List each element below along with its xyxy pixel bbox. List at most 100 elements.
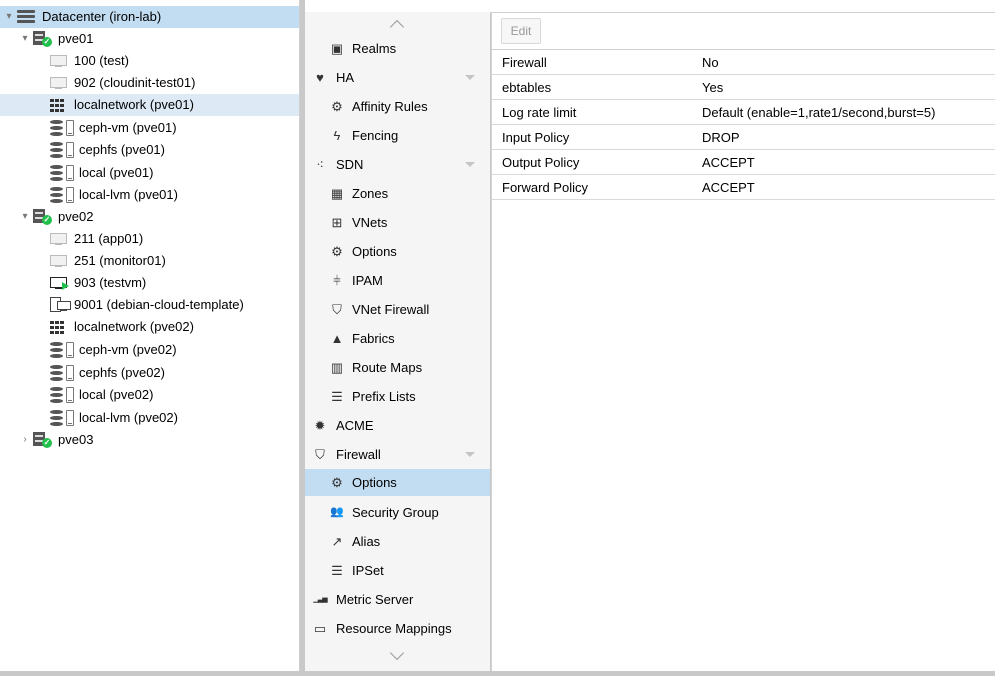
template-icon [50, 297, 72, 313]
scroll-down-arrow-icon[interactable] [305, 648, 490, 666]
options-row[interactable]: Forward Policy ACCEPT [492, 175, 995, 200]
menu-item-label: VNets [352, 215, 388, 230]
tree-item-label: pve01 [58, 31, 94, 46]
menu-item-realms[interactable]: ▣ Realms [305, 34, 490, 63]
edit-button[interactable]: Edit [501, 18, 541, 44]
vm-stopped-icon [50, 233, 67, 246]
option-key: Log rate limit [502, 105, 577, 120]
tree-item-label: Datacenter (iron-lab) [42, 9, 162, 24]
chevron-down-icon[interactable]: ▾ [20, 206, 30, 228]
menu-item-vnets[interactable]: ⊞ VNets [305, 208, 490, 237]
menu-item-ipam[interactable]: ⫩ IPAM [305, 266, 490, 295]
tree-item-label: localnetwork (pve01) [74, 97, 194, 112]
tree-item-label: localnetwork (pve02) [74, 319, 194, 334]
tree-item-node[interactable]: ▾ ✓ pve01 [0, 28, 299, 50]
tree-item-label: 251 (monitor01) [74, 253, 166, 268]
menu-item-label: HA [336, 70, 355, 85]
menu-item-resource-mappings[interactable]: ▭ Resource Mappings [305, 614, 490, 643]
collapse-caret-icon[interactable] [465, 75, 475, 80]
tree-item-storage[interactable]: local (pve01) [0, 162, 299, 184]
tree-item-network[interactable]: localnetwork (pve01) [0, 94, 299, 116]
shield-icon: ⛉ [315, 447, 325, 462]
menu-item-label: SDN [336, 157, 364, 172]
menu-item-label: Options [352, 244, 397, 259]
tree-item-label: 903 (testvm) [74, 275, 147, 290]
vm-stopped-icon [50, 77, 67, 90]
menu-item-label: Prefix Lists [352, 389, 416, 404]
chevron-down-icon[interactable]: ▾ [4, 6, 14, 28]
menu-item-affinity-rules[interactable]: ⚙ Affinity Rules [305, 92, 490, 121]
storage-icon [50, 387, 76, 403]
tree-item-node[interactable]: › ✓ pve03 [0, 429, 299, 451]
tree-item-storage[interactable]: ceph-vm (pve01) [0, 117, 299, 139]
tree-item-vm[interactable]: 100 (test) [0, 50, 299, 72]
menu-item-fabrics[interactable]: ▲ Fabrics [305, 324, 490, 353]
options-row[interactable]: Firewall No [492, 50, 995, 75]
menu-item-acme[interactable]: ✹ ACME [305, 411, 490, 440]
group-icon: 👥 [330, 506, 344, 518]
external-link-icon: ↗ [331, 534, 343, 549]
menu-item-firewall-options[interactable]: ⚙ Options [305, 469, 490, 496]
menu-item-label: Alias [352, 534, 381, 549]
option-value: ACCEPT [702, 155, 755, 170]
tree-item-datacenter[interactable]: ▾ Datacenter (iron-lab) [0, 6, 299, 28]
options-row[interactable]: Output Policy ACCEPT [492, 150, 995, 175]
menu-item-metric-server[interactable]: ▁▃▅ Metric Server [305, 585, 490, 614]
menu-item-label: ACME [336, 418, 374, 433]
bottom-bar [0, 671, 995, 676]
tree-item-vm[interactable]: 902 (cloudinit-test01) [0, 72, 299, 94]
menu-item-route-maps[interactable]: ▥ Route Maps [305, 353, 490, 382]
option-value: No [702, 55, 719, 70]
server-online-icon: ✓ [33, 209, 53, 225]
tree-item-storage[interactable]: local (pve02) [0, 384, 299, 406]
tree-item-label: local (pve02) [79, 387, 154, 402]
storage-icon [50, 365, 76, 381]
tree-item-vm[interactable]: 903 (testvm) [0, 272, 299, 294]
option-value: ACCEPT [702, 180, 755, 195]
tree-item-node[interactable]: ▾ ✓ pve02 [0, 206, 299, 228]
tree-item-label: 9001 (debian-cloud-template) [74, 297, 244, 312]
tree-item-label: ceph-vm (pve01) [79, 120, 177, 135]
option-key: Input Policy [502, 130, 570, 145]
menu-item-sdn[interactable]: ⁖ SDN [305, 150, 490, 179]
map-icon: ▥ [330, 360, 344, 375]
menu-item-fencing[interactable]: ϟ Fencing [305, 121, 490, 150]
menu-item-prefix-lists[interactable]: ☰ Prefix Lists [305, 382, 490, 411]
toolbar: Edit [492, 13, 995, 50]
tree-item-label: 100 (test) [74, 53, 129, 68]
menu-item-security-group[interactable]: 👥 Security Group [305, 498, 490, 527]
tree-item-storage[interactable]: local-lvm (pve02) [0, 407, 299, 429]
tree-item-storage[interactable]: local-lvm (pve01) [0, 184, 299, 206]
menu-item-ha[interactable]: ♥ HA [305, 63, 490, 92]
server-online-icon: ✓ [33, 432, 53, 448]
gear-icon: ⚙ [331, 244, 343, 259]
scroll-up-arrow-icon[interactable] [305, 16, 490, 34]
storage-icon [50, 165, 76, 181]
tree-item-storage[interactable]: cephfs (pve02) [0, 362, 299, 384]
menu-item-zones[interactable]: ▦ Zones [305, 179, 490, 208]
options-row[interactable]: ebtables Yes [492, 75, 995, 100]
options-row[interactable]: Input Policy DROP [492, 125, 995, 150]
menu-item-sdn-options[interactable]: ⚙ Options [305, 237, 490, 266]
chevron-down-icon[interactable]: ▾ [20, 28, 30, 50]
tree-item-template[interactable]: 9001 (debian-cloud-template) [0, 294, 299, 316]
tree-item-network[interactable]: localnetwork (pve02) [0, 316, 299, 338]
menu-item-firewall[interactable]: ⛉ Firewall [305, 440, 490, 469]
menu-item-vnet-firewall[interactable]: ⛉ VNet Firewall [305, 295, 490, 324]
menu-item-label: Fabrics [352, 331, 395, 346]
menu-item-label: Zones [352, 186, 389, 201]
menu-item-ipset[interactable]: ☰ IPSet [305, 556, 490, 585]
chevron-right-icon[interactable]: › [20, 429, 30, 451]
tree-item-storage[interactable]: cephfs (pve01) [0, 139, 299, 161]
collapse-caret-icon[interactable] [465, 162, 475, 167]
tree-item-vm[interactable]: 211 (app01) [0, 228, 299, 250]
list-icon: ☰ [331, 563, 343, 578]
menu-item-label: Options [352, 475, 397, 490]
options-row[interactable]: Log rate limit Default (enable=1,rate1/s… [492, 100, 995, 125]
menu-item-alias[interactable]: ↗ Alias [305, 527, 490, 556]
tree-item-vm[interactable]: 251 (monitor01) [0, 250, 299, 272]
datacenter-icon [17, 10, 35, 24]
tree-item-label: local (pve01) [79, 165, 154, 180]
collapse-caret-icon[interactable] [465, 452, 475, 457]
tree-item-storage[interactable]: ceph-vm (pve02) [0, 339, 299, 361]
